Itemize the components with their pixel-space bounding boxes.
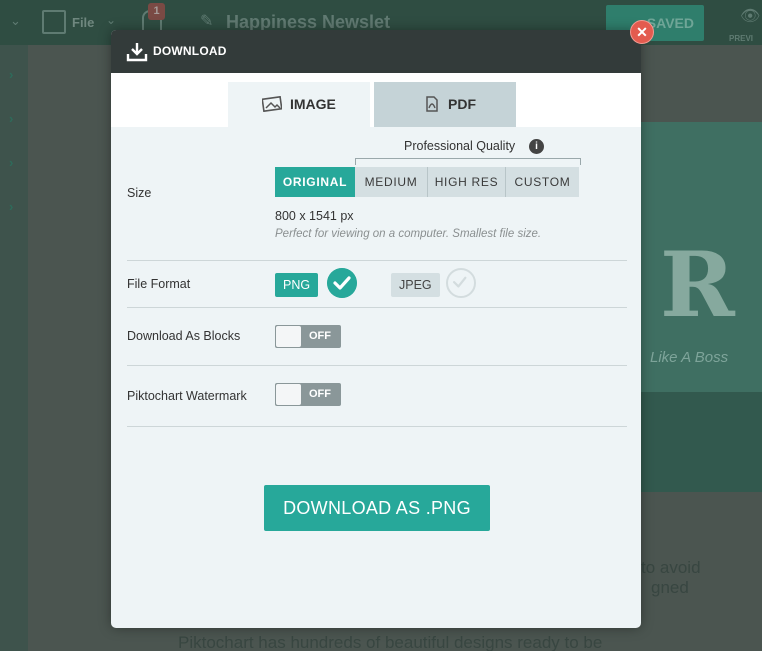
file-format-label: File Format — [127, 277, 191, 291]
file-icon[interactable] — [42, 10, 66, 34]
watermark-toggle[interactable]: OFF — [275, 383, 341, 406]
toggle-state: OFF — [309, 330, 331, 342]
size-medium-button[interactable]: MEDIUM — [355, 167, 428, 197]
jpeg-unselected-check-icon[interactable] — [446, 268, 476, 298]
tab-pdf[interactable]: PDF — [374, 82, 516, 127]
format-tabs: IMAGE PDF — [111, 73, 641, 127]
download-png-button[interactable]: DOWNLOAD AS .PNG — [264, 485, 490, 531]
toggle-state: OFF — [309, 388, 331, 400]
size-label: Size — [127, 186, 152, 200]
download-as-blocks-label: Download As Blocks — [127, 329, 241, 343]
toggle-knob — [276, 326, 301, 347]
size-high-res-button[interactable]: HIGH RES — [428, 167, 506, 197]
divider — [127, 426, 627, 427]
professional-quality-label: Professional Quality — [404, 139, 516, 153]
info-icon[interactable]: i — [529, 139, 544, 154]
size-original-button[interactable]: ORIGINAL — [275, 167, 355, 197]
image-dimensions: 800 x 1541 px — [275, 209, 354, 223]
professional-quality-bracket — [355, 158, 581, 165]
divider — [127, 260, 627, 261]
download-as-blocks-toggle[interactable]: OFF — [275, 325, 341, 348]
tab-pdf-label: PDF — [448, 96, 476, 112]
toggle-knob — [276, 384, 301, 405]
divider — [127, 365, 627, 366]
sidebar-expand-icon[interactable]: › — [9, 111, 13, 126]
canvas-text: Piktochart has hundreds of beautiful des… — [178, 633, 603, 651]
eye-icon[interactable]: 👁 — [740, 6, 760, 26]
file-menu-chevron-icon[interactable]: ⌄ — [106, 13, 116, 27]
chevron-down-icon[interactable]: ⌄ — [10, 13, 21, 29]
dialog-title: DOWNLOAD — [153, 44, 227, 58]
sidebar-expand-icon[interactable]: › — [9, 155, 13, 170]
image-icon — [262, 96, 282, 112]
download-dialog: DOWNLOAD IMAGE PDF Size Professional Qua… — [111, 30, 641, 628]
canvas-text: gned — [651, 578, 689, 597]
tab-image[interactable]: IMAGE — [228, 82, 370, 127]
close-icon[interactable]: ✕ — [630, 20, 654, 44]
pencil-icon[interactable]: ✎ — [200, 11, 213, 31]
file-menu[interactable]: File — [72, 15, 94, 30]
format-png-button[interactable]: PNG — [275, 273, 319, 297]
size-custom-button[interactable]: CUSTOM — [506, 167, 579, 197]
tab-image-label: IMAGE — [290, 96, 336, 112]
infographic-tagline: Like A Boss — [650, 349, 729, 366]
sidebar-expand-icon[interactable]: › — [9, 67, 13, 82]
pdf-icon — [426, 96, 438, 112]
canvas-text: to avoid — [641, 558, 701, 577]
dialog-header: DOWNLOAD — [111, 30, 641, 73]
png-selected-check-icon[interactable] — [327, 268, 357, 298]
divider — [127, 307, 627, 308]
preview-label[interactable]: PREVI — [729, 34, 753, 43]
notification-badge: 1 — [148, 3, 165, 20]
infographic-band — [638, 392, 762, 492]
infographic-letter: R — [660, 232, 735, 338]
watermark-label: Piktochart Watermark — [127, 389, 247, 403]
download-icon — [126, 43, 148, 62]
format-jpeg-button[interactable]: JPEG — [391, 273, 440, 297]
size-description: Perfect for viewing on a computer. Small… — [275, 228, 542, 240]
sidebar-expand-icon[interactable]: › — [9, 199, 13, 214]
saved-label: SAVED — [646, 15, 694, 31]
left-sidebar: › › › › — [0, 45, 28, 651]
